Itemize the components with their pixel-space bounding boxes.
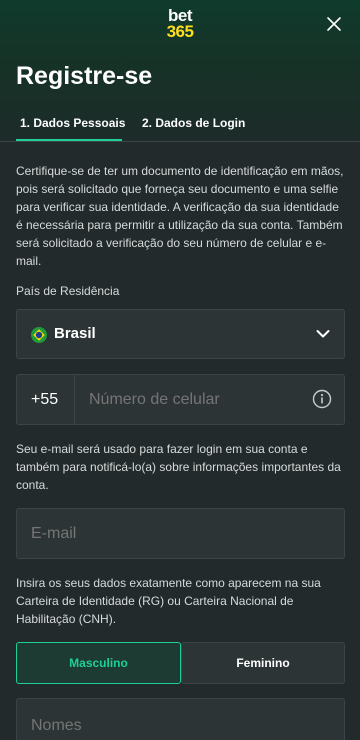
step-tabs: 1. Dados Pessoais 2. Dados de Login: [16, 116, 346, 141]
gender-female-button[interactable]: Feminino: [181, 642, 345, 684]
gender-male-button[interactable]: Masculino: [16, 642, 181, 684]
email-note: Seu e-mail será usado para fazer login e…: [16, 442, 341, 492]
brazil-flag-icon: [31, 327, 47, 343]
tab-dados-de-login[interactable]: 2. Dados de Login: [142, 116, 245, 130]
tabs-divider: [0, 141, 360, 142]
intro-text: Certifique-se de ter um documento de ide…: [16, 164, 344, 268]
email-input[interactable]: [31, 525, 321, 543]
email-field: [16, 508, 345, 559]
names-field: [16, 698, 345, 740]
page-title: Registre-se: [16, 62, 153, 90]
country-code[interactable]: +55: [31, 391, 58, 409]
tab-dados-pessoais[interactable]: 1. Dados Pessoais: [20, 116, 125, 130]
chevron-down-icon: [316, 330, 330, 338]
country-select[interactable]: Brasil: [16, 309, 345, 359]
id-note: Insira os seus dados exatamente como apa…: [16, 576, 321, 626]
phone-field: +55: [16, 374, 345, 425]
close-icon[interactable]: [326, 16, 342, 32]
phone-separator: [74, 375, 75, 424]
country-value: Brasil: [54, 325, 96, 342]
bet365-logo: bet 365: [0, 7, 360, 41]
logo-line-2: 365: [166, 22, 194, 41]
country-label: País de Residência: [16, 284, 120, 298]
names-input[interactable]: [31, 717, 321, 735]
gender-toggle: Masculino Feminino: [16, 642, 345, 684]
phone-input[interactable]: [89, 391, 289, 409]
info-icon[interactable]: [312, 389, 332, 409]
